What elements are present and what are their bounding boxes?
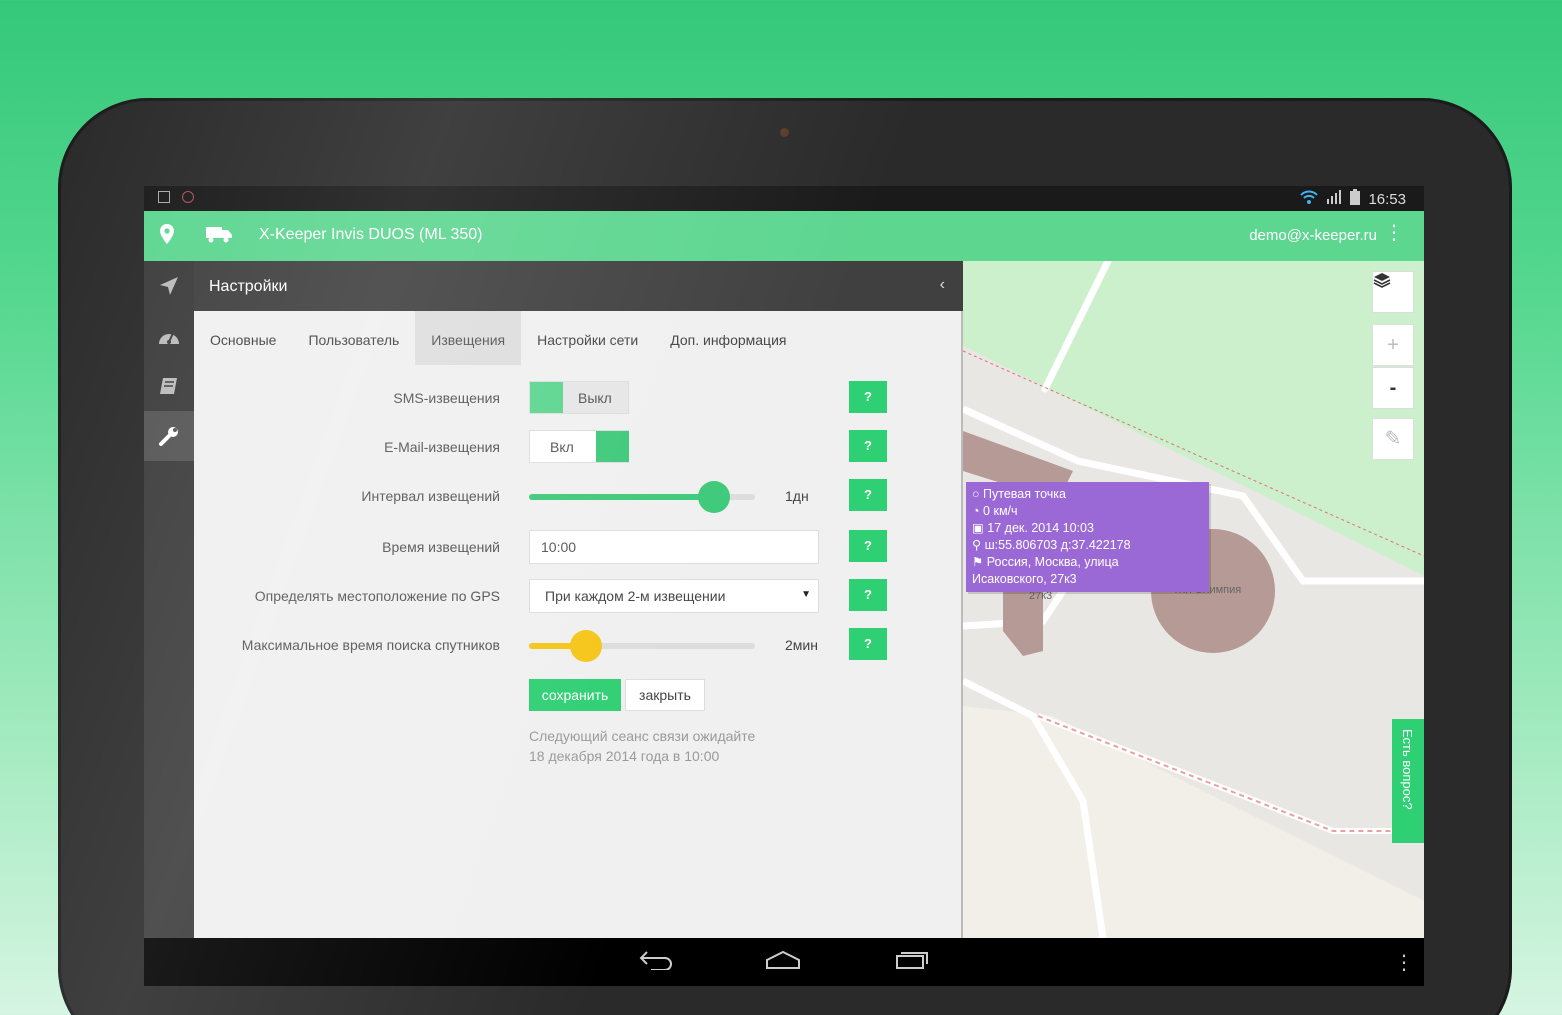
sms-label: SMS-извещения xyxy=(393,390,500,406)
speedometer-icon: ◔ xyxy=(972,504,980,518)
age-rating-icon xyxy=(182,191,194,203)
email-toggle-state: Вкл xyxy=(550,439,574,455)
sat-search-label: Максимальное время поиска спутников xyxy=(241,637,500,653)
overflow-menu-icon[interactable]: ⋮ xyxy=(1384,223,1404,243)
email-toggle[interactable]: Вкл xyxy=(529,430,629,463)
left-nav xyxy=(144,261,194,938)
interval-label: Интервал извещений xyxy=(361,488,500,504)
interval-value: 1дн xyxy=(785,488,809,504)
signal-icon xyxy=(1326,190,1342,208)
clock: 16:53 xyxy=(1368,190,1406,208)
navigation-arrow-icon[interactable] xyxy=(144,261,194,311)
waypoint-popup[interactable]: ○ Путевая точка ◔ 0 км/ч ▣ 17 дек. 2014 … xyxy=(966,482,1209,592)
panel-header: Настройки ‹ xyxy=(194,261,963,311)
popup-address-cont: Исаковского, 27к3 xyxy=(972,572,1077,586)
back-icon[interactable] xyxy=(639,948,673,977)
recent-apps-icon[interactable] xyxy=(895,948,929,977)
device-screen: 16:53 X-Keeper Invis DUOS (ML 350) demo@… xyxy=(144,186,1424,986)
layers-icon[interactable] xyxy=(1372,271,1414,313)
settings-wrench-icon[interactable] xyxy=(144,411,194,461)
settings-panel: Настройки ‹ Основные Пользователь Извеще… xyxy=(194,261,963,938)
save-button[interactable]: сохранить xyxy=(529,679,621,711)
help-button[interactable]: ? xyxy=(849,530,887,562)
app-bar: X-Keeper Invis DUOS (ML 350) demo@x-keep… xyxy=(144,211,1424,261)
help-question-tab[interactable]: Есть вопрос? xyxy=(1392,719,1424,843)
help-tab-label: Есть вопрос? xyxy=(1400,729,1415,810)
email-label: E-Mail-извещения xyxy=(384,439,500,455)
home-icon[interactable] xyxy=(765,948,801,977)
battery-icon xyxy=(1350,189,1361,209)
popup-title: ○ Путевая точка xyxy=(972,487,1066,501)
sms-toggle-state: Выкл xyxy=(578,390,612,406)
sms-toggle[interactable]: Выкл xyxy=(529,381,629,414)
logbook-icon[interactable] xyxy=(144,361,194,411)
calendar-icon: ▣ xyxy=(972,521,984,535)
gps-select-value: При каждом 2-м извещении xyxy=(545,588,726,604)
tab-user[interactable]: Пользователь xyxy=(292,311,415,365)
close-button[interactable]: закрыть xyxy=(625,679,705,711)
help-button[interactable]: ? xyxy=(849,579,887,611)
zoom-out-button[interactable]: - xyxy=(1372,367,1414,409)
next-session-line2: 18 декабря 2014 года в 10:00 xyxy=(529,748,720,764)
gps-label: Определять местоположение по GPS xyxy=(254,588,500,604)
slider-thumb[interactable] xyxy=(698,481,730,513)
interval-row: Интервал извещений 1дн ? xyxy=(194,479,963,515)
sms-row: SMS-извещения Выкл ? xyxy=(194,381,963,417)
truck-icon[interactable] xyxy=(206,225,232,243)
time-row: Время извещений 10:00 ? xyxy=(194,530,963,566)
popup-address: ⚑ Россия, Москва, улица xyxy=(972,555,1119,569)
dashboard-gauge-icon[interactable] xyxy=(144,311,194,361)
interval-slider[interactable] xyxy=(529,481,755,513)
signpost-icon: ⚑ xyxy=(972,555,984,569)
collapse-chevron-icon[interactable]: ‹ xyxy=(940,276,945,294)
tab-bar: Основные Пользователь Извещения Настройк… xyxy=(194,311,802,369)
gps-select[interactable]: При каждом 2-м извещении ▼ xyxy=(529,579,819,613)
help-button[interactable]: ? xyxy=(849,628,887,660)
tab-notifications[interactable]: Извещения xyxy=(415,311,522,365)
toggle-knob xyxy=(596,431,629,462)
popup-datetime: ▣ 17 дек. 2014 10:03 xyxy=(972,521,1094,535)
location-pin-icon: ⚲ xyxy=(972,538,982,552)
location-pin-icon[interactable] xyxy=(160,224,174,250)
help-button[interactable]: ? xyxy=(849,479,887,511)
dropdown-arrow-icon: ▼ xyxy=(801,589,811,600)
overflow-menu-icon[interactable]: ⋮ xyxy=(1394,950,1414,975)
gps-row: Определять местоположение по GPS При каж… xyxy=(194,579,963,615)
popup-coords: ⚲ ш:55.806703 д:37.422178 xyxy=(972,538,1131,552)
slider-fill xyxy=(529,494,714,500)
camera-dot xyxy=(780,128,789,137)
toggle-knob xyxy=(530,382,563,413)
time-input[interactable]: 10:00 xyxy=(529,530,819,564)
time-label: Время извещений xyxy=(382,539,500,555)
map-view[interactable]: + - ✎ 27к3 ЖК Олимпия ○ Путевая точка ◔ … xyxy=(963,261,1424,938)
wifi-icon xyxy=(1300,189,1319,209)
status-bar: 16:53 xyxy=(144,186,1424,211)
user-email[interactable]: demo@x-keeper.ru xyxy=(1249,227,1377,244)
help-button[interactable]: ? xyxy=(849,430,887,462)
image-notification-icon xyxy=(158,191,170,203)
ruler-pencil-icon[interactable]: ✎ xyxy=(1372,418,1414,460)
next-session-note: Следующий сеанс связи ожидайте 18 декабр… xyxy=(529,726,755,766)
slider-thumb[interactable] xyxy=(570,630,602,662)
sat-search-value: 2мин xyxy=(785,637,818,653)
panel-title: Настройки xyxy=(209,278,288,295)
tab-main[interactable]: Основные xyxy=(194,311,292,365)
email-row: E-Mail-извещения Вкл ? xyxy=(194,430,963,466)
zoom-in-button[interactable]: + xyxy=(1372,324,1414,366)
device-title[interactable]: X-Keeper Invis DUOS (ML 350) xyxy=(259,226,482,244)
tab-extra-info[interactable]: Доп. информация xyxy=(654,311,802,365)
sat-search-slider[interactable] xyxy=(529,630,755,662)
help-button[interactable]: ? xyxy=(849,381,887,413)
system-nav-bar: ⋮ xyxy=(144,938,1424,986)
sat-search-row: Максимальное время поиска спутников 2мин… xyxy=(194,628,963,664)
tab-network[interactable]: Настройки сети xyxy=(521,311,654,365)
popup-speed: ◔ 0 км/ч xyxy=(972,504,1018,518)
next-session-line1: Следующий сеанс связи ожидайте xyxy=(529,728,756,744)
